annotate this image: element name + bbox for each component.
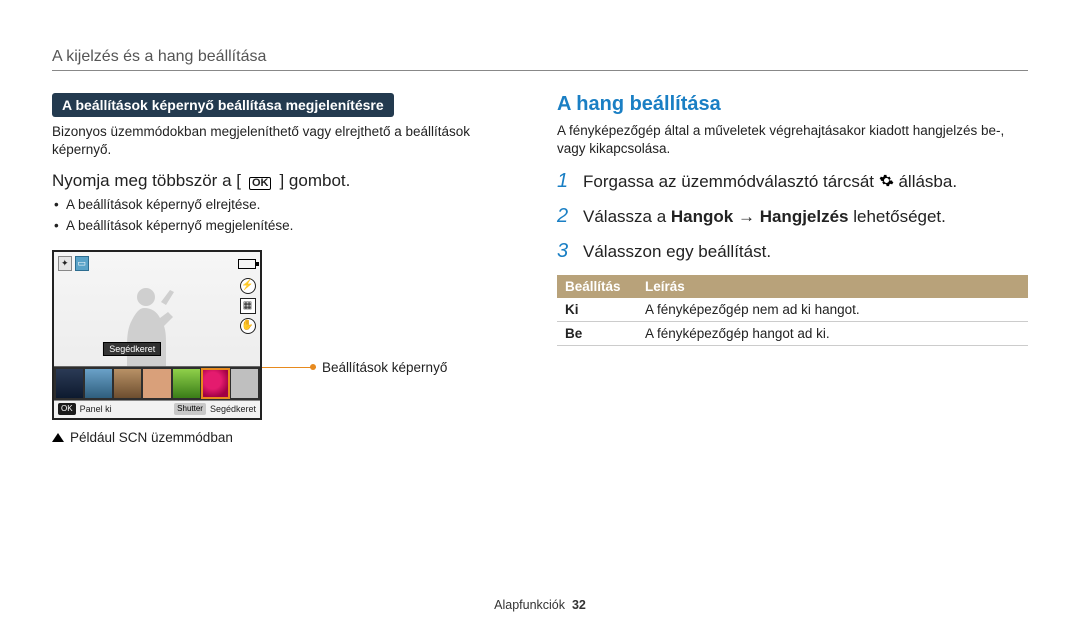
sound-heading: A hang beállítása <box>557 93 1028 116</box>
section-pill: A beállítások képernyő beállítása megjel… <box>52 93 394 117</box>
callout-label: Beállítások képernyő <box>322 360 447 375</box>
page-header: A kijelzés és a hang beállítása <box>52 48 1028 71</box>
header-rule <box>52 70 1028 71</box>
flash-icon: ⚡ <box>240 278 256 294</box>
step-text-suffix: ] gombot. <box>279 171 350 191</box>
quality-icon: ▦ <box>240 298 256 314</box>
options-table: Beállítás Leírás Ki A fényképezőgép nem … <box>557 275 1028 346</box>
scene-mode-icon: ▭ <box>75 256 90 271</box>
guide-frame-label: Segédkeret <box>210 404 256 414</box>
thumbnail <box>114 369 141 398</box>
option-name: Ki <box>557 298 637 322</box>
ok-key-label: OK <box>58 403 76 415</box>
step-row: 2 Válassza a Hangok → Hangjelzés lehetős… <box>557 205 1028 228</box>
right-intro: A fényképezőgép által a műveletek végreh… <box>557 122 1028 158</box>
camera-lcd: ✦ ▭ ⚡ ▦ ✋ <box>52 250 262 420</box>
caption-text: Például SCN üzemmódban <box>70 430 233 445</box>
thumbnail <box>85 369 112 398</box>
thumbnail <box>143 369 170 398</box>
option-desc: A fényképezőgép hangot ad ki. <box>637 322 1028 346</box>
footer-section: Alapfunkciók <box>494 598 565 612</box>
manual-page: A kijelzés és a hang beállítása A beállí… <box>0 0 1080 630</box>
thumbnail-strip <box>54 366 260 400</box>
header-title: A kijelzés és a hang beállítása <box>52 48 1028 66</box>
lcd-side-icons: ⚡ ▦ ✋ <box>238 276 260 366</box>
footer-page-number: 32 <box>572 598 586 612</box>
gear-icon <box>879 173 894 193</box>
ok-key-icon: OK <box>249 177 272 190</box>
table-header-row: Beállítás Leírás <box>557 275 1028 298</box>
bullet-item: A beállítások képernyő elrejtése. <box>52 195 523 215</box>
arrow-right-icon: → <box>738 207 755 227</box>
thumbnail-selected <box>202 369 229 398</box>
step-number: 3 <box>557 240 575 263</box>
callout-leader: Beállítások képernyő <box>260 360 447 375</box>
lcd-top-bar: ✦ ▭ <box>54 252 260 276</box>
option-desc: A fényképezőgép nem ad ki hangot. <box>637 298 1028 322</box>
lcd-body: ⚡ ▦ ✋ Segédkeret <box>54 276 260 366</box>
table-row: Be A fényképezőgép hangot ad ki. <box>557 322 1028 346</box>
option-name: Be <box>557 322 637 346</box>
lcd-figure: ✦ ▭ ⚡ ▦ ✋ <box>52 250 523 420</box>
left-intro: Bizonyos üzemmódokban megjeleníthető vag… <box>52 123 523 159</box>
triangle-up-icon <box>52 433 64 442</box>
figure-caption: Például SCN üzemmódban <box>52 430 523 445</box>
step-text: Válasszon egy beállítást. <box>583 242 771 262</box>
step-text: Válassza a Hangok → Hangjelzés lehetőség… <box>583 207 946 227</box>
bullet-item: A beállítások képernyő megjelenítése. <box>52 216 523 236</box>
battery-icon <box>238 259 256 269</box>
step-text: Forgassa az üzemmódválasztó tárcsát állá… <box>583 172 957 193</box>
table-row: Ki A fényképezőgép nem ad ki hangot. <box>557 298 1028 322</box>
leader-line <box>260 367 316 368</box>
press-ok-instruction: Nyomja meg többször a [ OK ] gombot. <box>52 171 523 191</box>
step-row: 3 Válasszon egy beállítást. <box>557 240 1028 263</box>
step-number: 2 <box>557 205 575 228</box>
left-column: A beállítások képernyő beállítása megjel… <box>52 93 523 445</box>
step-text-prefix: Nyomja meg többször a [ <box>52 171 241 191</box>
step-number: 1 <box>557 170 575 193</box>
overlay-badge: Segédkeret <box>103 342 161 356</box>
col-header: Leírás <box>637 275 1028 298</box>
panel-off-label: Panel ki <box>80 404 112 414</box>
hand-icon: ✋ <box>240 318 256 334</box>
thumbnail <box>231 369 258 398</box>
leader-dot-icon <box>310 364 316 370</box>
bullet-list: A beállítások képernyő elrejtése. A beál… <box>52 195 523 236</box>
movie-mode-icon: ✦ <box>58 256 72 271</box>
right-column: A hang beállítása A fényképezőgép által … <box>557 93 1028 445</box>
col-header: Beállítás <box>557 275 637 298</box>
thumbnail <box>173 369 200 398</box>
step-row: 1 Forgassa az üzemmódválasztó tárcsát ál… <box>557 170 1028 193</box>
lcd-footer: OK Panel ki Shutter Segédkeret <box>54 400 260 418</box>
shutter-key-label: Shutter <box>174 403 206 415</box>
page-footer: Alapfunkciók 32 <box>0 598 1080 612</box>
two-column-layout: A beállítások képernyő beállítása megjel… <box>52 93 1028 445</box>
thumbnail <box>56 369 83 398</box>
